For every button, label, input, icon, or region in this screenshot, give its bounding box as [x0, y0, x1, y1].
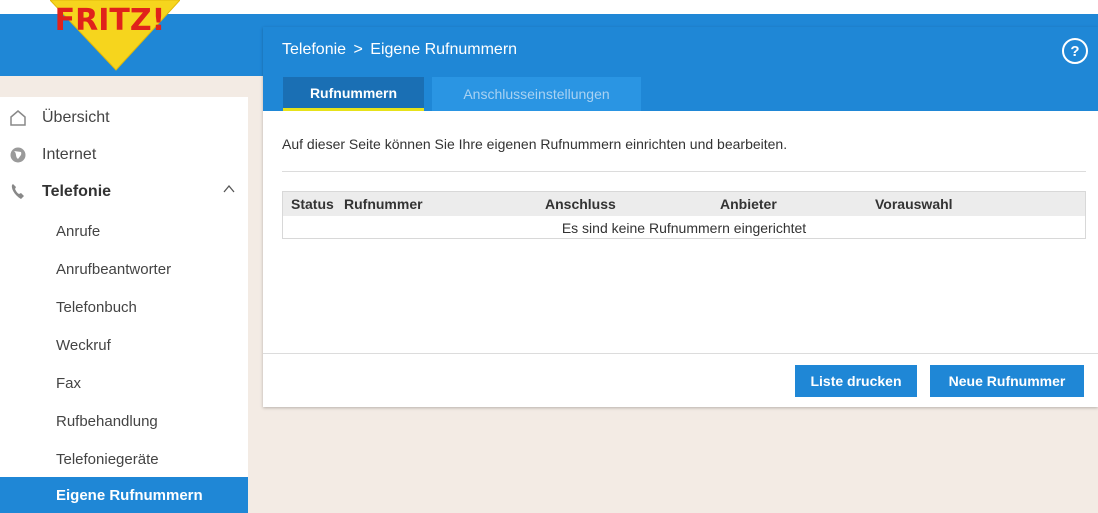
sidebar-subitem-label: Telefoniegeräte: [56, 450, 159, 468]
column-header-anschluss: Anschluss: [545, 196, 616, 212]
sidebar-item-uebersicht[interactable]: Übersicht: [0, 100, 248, 136]
tab-anschlusseinstellungen[interactable]: Anschlusseinstellungen: [432, 77, 641, 111]
breadcrumb-current: Eigene Rufnummern: [370, 41, 518, 58]
sidebar: Übersicht Internet Telefonie Anrufe Anru…: [0, 97, 248, 513]
chevron-up-icon[interactable]: [222, 182, 236, 199]
column-header-anbieter: Anbieter: [720, 196, 777, 212]
sidebar-item-telefonie[interactable]: Telefonie: [0, 174, 248, 210]
sidebar-subitem-weckruf[interactable]: Weckruf: [0, 327, 248, 363]
page-intro-text: Auf dieser Seite können Sie Ihre eigenen…: [282, 136, 788, 152]
sidebar-subitem-eigene-rufnummern[interactable]: Eigene Rufnummern: [0, 477, 248, 513]
footer-divider: [263, 353, 1098, 354]
table-empty-message: Es sind keine Rufnummern eingerichtet: [561, 220, 807, 236]
sidebar-subitem-label: Fax: [56, 374, 82, 392]
sidebar-item-label: Telefonie: [42, 183, 112, 200]
new-number-button[interactable]: Neue Rufnummer: [930, 365, 1084, 397]
sidebar-subitem-label: Anrufbeantworter: [56, 260, 172, 278]
sidebar-subitem-telefoniegeraete[interactable]: Telefoniegeräte: [0, 441, 248, 477]
globe-icon: [8, 145, 28, 165]
column-header-status: Status: [291, 196, 334, 212]
sidebar-subitem-telefonbuch[interactable]: Telefonbuch: [0, 289, 248, 325]
sidebar-subitem-rufbehandlung[interactable]: Rufbehandlung: [0, 403, 248, 439]
breadcrumb-separator: >: [353, 41, 363, 58]
sidebar-subitem-label: Weckruf: [56, 336, 111, 354]
breadcrumb: Telefonie > Eigene Rufnummern: [282, 41, 517, 59]
main-panel: Telefonie > Eigene Rufnummern ? Rufnumme…: [263, 27, 1098, 407]
logo-graphic: FRITZ!: [49, 0, 181, 71]
breadcrumb-parent[interactable]: Telefonie: [282, 41, 346, 58]
panel-header: Telefonie > Eigene Rufnummern ? Rufnumme…: [263, 27, 1098, 111]
table-header: Status Rufnummer Anschluss Anbieter Vora…: [283, 192, 1085, 216]
sidebar-item-label: Internet: [42, 146, 97, 163]
rufnummern-table: Status Rufnummer Anschluss Anbieter Vora…: [282, 191, 1086, 239]
sidebar-subitem-label: Telefonbuch: [56, 298, 137, 316]
sidebar-subitem-label: Anrufe: [56, 222, 101, 240]
sidebar-subitem-label: Rufbehandlung: [56, 412, 158, 430]
sidebar-item-label: Übersicht: [42, 109, 110, 126]
help-icon[interactable]: ?: [1062, 38, 1088, 64]
phone-icon: [8, 182, 28, 202]
fritz-logo[interactable]: FRITZ!: [49, 0, 181, 72]
print-list-button[interactable]: Liste drucken: [795, 365, 917, 397]
sidebar-subitem-anrufbeantworter[interactable]: Anrufbeantworter: [0, 251, 248, 287]
logo-text: FRITZ!: [55, 3, 166, 38]
sidebar-subitem-anrufe[interactable]: Anrufe: [0, 213, 248, 249]
tab-rufnummern[interactable]: Rufnummern: [283, 77, 424, 111]
divider: [282, 171, 1086, 172]
sidebar-subitem-label: Eigene Rufnummern: [56, 486, 203, 504]
sidebar-subitem-fax[interactable]: Fax: [0, 365, 248, 401]
column-header-vorauswahl: Vorauswahl: [875, 196, 953, 212]
home-icon: [8, 108, 28, 128]
column-header-rufnummer: Rufnummer: [344, 196, 423, 212]
sidebar-item-internet[interactable]: Internet: [0, 137, 248, 173]
